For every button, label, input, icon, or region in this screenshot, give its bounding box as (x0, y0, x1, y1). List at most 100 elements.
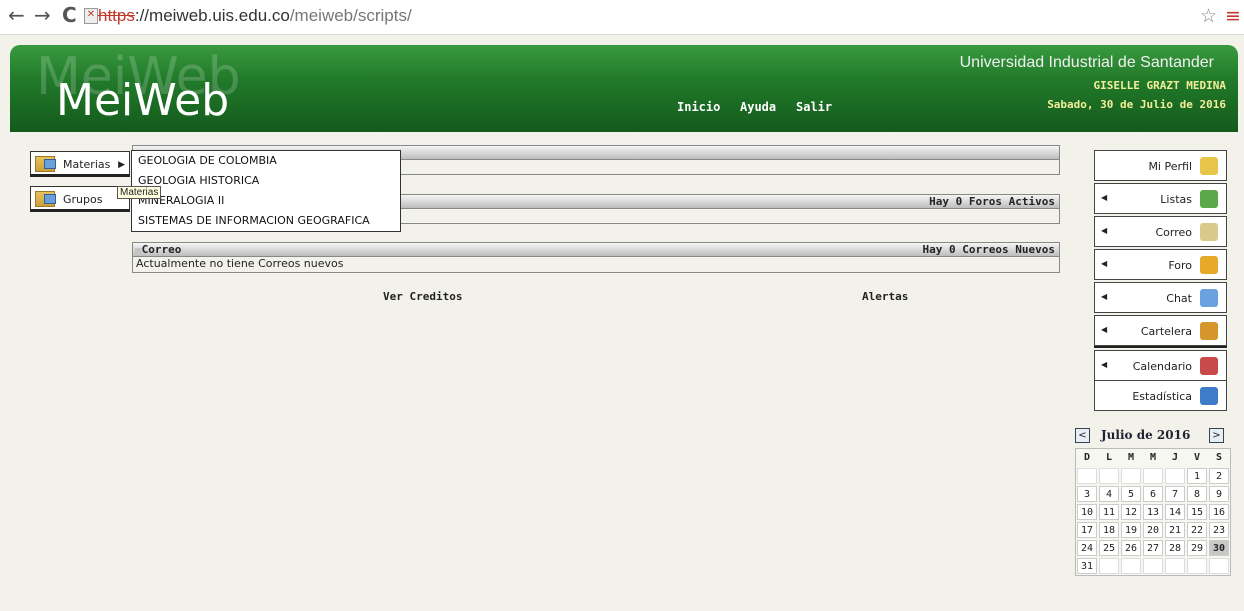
calendar-day[interactable]: 17 (1077, 522, 1097, 538)
chevron-left-icon: ◀ (1101, 292, 1108, 301)
chevron-left-icon: ◀ (1101, 226, 1108, 235)
correo-title[interactable]: ✉Correo (135, 243, 181, 256)
calendar-day[interactable]: 21 (1165, 522, 1185, 538)
calendar-dow: M (1127, 452, 1135, 463)
dropdown-item-geologia-historica[interactable]: GEOLOGIA HISTORICA (132, 171, 400, 191)
calendar-day[interactable]: 8 (1187, 486, 1207, 502)
calendar-day[interactable]: 16 (1209, 504, 1229, 520)
site-header: MeiWeb MeiWeb Inicio Ayuda Salir Univers… (10, 45, 1238, 132)
calendar-empty-cell (1121, 468, 1141, 484)
calendar-day[interactable]: 13 (1143, 504, 1163, 520)
mail-icon: ✉ (135, 243, 142, 256)
calendar-empty-cell (1077, 468, 1097, 484)
mail-icon (1200, 223, 1218, 241)
calendar-day[interactable]: 7 (1165, 486, 1185, 502)
calendar-day[interactable]: 18 (1099, 522, 1119, 538)
dropdown-item-mineralogia[interactable]: MINERALOGIA II (132, 191, 400, 211)
calendar-day[interactable]: 25 (1099, 540, 1119, 556)
menu-materias[interactable]: Materias ▶ (30, 151, 130, 177)
address-bar[interactable]: https://meiweb.uis.edu.co/meiweb/scripts… (98, 6, 412, 26)
bookmark-star-icon[interactable]: ☆ (1200, 5, 1217, 27)
calendar-week-row: 12 (1076, 467, 1230, 485)
sidebar-button-correo[interactable]: ◀ Correo (1094, 216, 1227, 247)
calendar-day[interactable]: 12 (1121, 504, 1141, 520)
calendar-day[interactable]: 31 (1077, 558, 1097, 574)
calendar-day[interactable]: 2 (1209, 468, 1229, 484)
sidebar-button-label: Chat (1166, 292, 1192, 305)
chevron-right-icon: ▶ (118, 160, 125, 170)
sidebar-divider (1094, 346, 1227, 348)
calendar-empty-cell (1121, 558, 1141, 574)
calendar-day[interactable]: 14 (1165, 504, 1185, 520)
calendar-day[interactable]: 23 (1209, 522, 1229, 538)
calendar-grid: D L M M J V S 1 2 3 4 5 6 7 8 9 10 11 12 13 14 15 16 17 18 19 20 21… (1075, 448, 1231, 576)
sidebar-button-label: Foro (1168, 259, 1192, 272)
sidebar-button-label: Mi Perfil (1148, 160, 1192, 173)
calendar-dow: D (1083, 452, 1091, 463)
folder-icon (35, 191, 56, 207)
calendar-day[interactable]: 26 (1121, 540, 1141, 556)
calendar-week-row: 24 25 26 27 28 29 30 (1076, 539, 1230, 557)
menu-grupos[interactable]: Grupos (30, 186, 130, 212)
calendar-day[interactable]: 24 (1077, 540, 1097, 556)
site-logo[interactable]: MeiWeb (56, 75, 229, 126)
sidebar-button-chat[interactable]: ◀ Chat (1094, 282, 1227, 313)
chevron-left-icon: ◀ (1101, 360, 1108, 369)
calendar-day[interactable]: 1 (1187, 468, 1207, 484)
calendar-day[interactable]: 15 (1187, 504, 1207, 520)
calendar-dow-row: DLMMJVS (1076, 449, 1230, 467)
dropdown-item-geologia-colombia[interactable]: GEOLOGIA DE COLOMBIA (132, 151, 400, 171)
sidebar-button-label: Correo (1155, 226, 1192, 239)
sidebar-button-listas[interactable]: ◀ Listas (1094, 183, 1227, 214)
forward-button[interactable]: → (34, 5, 51, 25)
url-host: ://meiweb.uis.edu.co (134, 6, 290, 25)
correo-message: Actualmente no tiene Correos nuevos (132, 257, 1060, 273)
ver-creditos-link[interactable]: Ver Creditos (383, 290, 462, 303)
calendar-day-today[interactable]: 30 (1209, 540, 1229, 556)
calendar-prev-button[interactable]: < (1075, 428, 1090, 443)
calendar-week-row: 3456789 (1076, 485, 1230, 503)
calendar-day[interactable]: 6 (1143, 486, 1163, 502)
alertas-link[interactable]: Alertas (862, 290, 908, 303)
chevron-left-icon: ◀ (1101, 193, 1108, 202)
nav-inicio[interactable]: Inicio (677, 100, 720, 114)
calendar-day[interactable]: 10 (1077, 504, 1097, 520)
correo-title-label: Correo (141, 243, 182, 256)
mini-calendar: < Julio de 2016 > D L M M J V S 1 2 3 4 5 6 7 8 9 10 11 12… (1075, 426, 1231, 576)
calendar-day[interactable]: 19 (1121, 522, 1141, 538)
calendar-day[interactable]: 29 (1187, 540, 1207, 556)
folder-icon (35, 156, 56, 172)
sidebar-button-estadstica[interactable]: Estadística (1094, 380, 1227, 411)
calendar-day[interactable]: 28 (1165, 540, 1185, 556)
nav-salir[interactable]: Salir (796, 100, 832, 114)
calendar-next-button[interactable]: > (1209, 428, 1224, 443)
calendar-day[interactable]: 20 (1143, 522, 1163, 538)
calendar-day[interactable]: 4 (1099, 486, 1119, 502)
url-path: /meiweb/scripts/ (289, 6, 412, 25)
board-icon (1200, 322, 1218, 340)
user-name: GISELLE GRAZT MEDINA (1093, 79, 1226, 92)
calendar-day[interactable]: 22 (1187, 522, 1207, 538)
calendar-dow: V (1193, 452, 1201, 463)
calendar-dow: M (1149, 452, 1157, 463)
profile-icon (1200, 157, 1218, 175)
sidebar-button-calendario[interactable]: ◀ Calendario (1094, 350, 1227, 381)
url-scheme: https (98, 6, 135, 25)
calendar-day[interactable]: 5 (1121, 486, 1141, 502)
foros-status: Hay 0 Foros Activos (929, 195, 1055, 208)
browser-menu-icon[interactable]: ≡ (1225, 5, 1241, 27)
calendar-day[interactable]: 27 (1143, 540, 1163, 556)
calendar-day[interactable]: 9 (1209, 486, 1229, 502)
calendar-day[interactable]: 3 (1077, 486, 1097, 502)
calendar-dow: J (1171, 452, 1179, 463)
sidebar-button-cartelera[interactable]: ◀ Cartelera (1094, 315, 1227, 346)
sidebar-button-miperfil[interactable]: Mi Perfil (1094, 150, 1227, 181)
chevron-left-icon: ◀ (1101, 325, 1108, 334)
sidebar-button-foro[interactable]: ◀ Foro (1094, 249, 1227, 280)
dropdown-item-sistemas[interactable]: SISTEMAS DE INFORMACION GEOGRAFICA (132, 211, 400, 231)
back-button[interactable]: ← (8, 5, 25, 25)
nav-ayuda[interactable]: Ayuda (740, 100, 776, 114)
calendar-day[interactable]: 11 (1099, 504, 1119, 520)
reload-button[interactable]: C (62, 5, 77, 25)
menu-grupos-label: Grupos (63, 193, 103, 206)
